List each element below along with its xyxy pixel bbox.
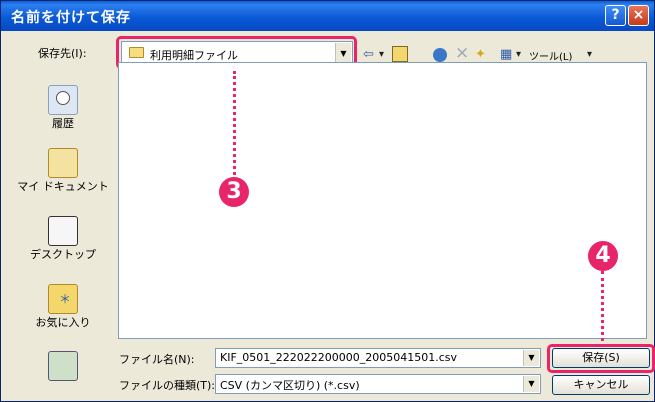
place-my-network[interactable] xyxy=(17,351,109,381)
filename-dropdown-arrow[interactable]: ▼ xyxy=(523,350,539,366)
callout-3-dotted-line xyxy=(233,71,236,181)
view-dropdown-icon[interactable]: ▾ xyxy=(516,49,521,60)
back-icon[interactable]: ⇦ xyxy=(363,47,374,62)
delete-icon[interactable]: × xyxy=(455,43,469,63)
place-history[interactable]: 履歴 xyxy=(17,85,109,131)
desktop-icon xyxy=(48,216,78,246)
search-web-icon[interactable] xyxy=(433,48,447,62)
callout-3-badge: 3 xyxy=(219,177,249,207)
cancel-button[interactable]: キャンセル xyxy=(552,375,650,395)
place-label: マイ ドキュメント xyxy=(17,180,109,193)
tools-dropdown-icon[interactable]: ▾ xyxy=(587,49,592,60)
place-label: 履歴 xyxy=(52,117,74,130)
save-in-label: 保存先(I): xyxy=(38,47,87,60)
place-label: デスクトップ xyxy=(30,248,96,261)
filetype-label: ファイルの種類(T): xyxy=(119,379,216,392)
favorites-icon: ＊ xyxy=(48,284,78,314)
place-desktop[interactable]: デスクトップ xyxy=(17,216,109,262)
places-bar: 履歴 マイ ドキュメント デスクトップ ＊ お気に入り xyxy=(17,65,109,393)
my-documents-icon xyxy=(48,148,78,178)
up-folder-icon[interactable] xyxy=(392,46,408,62)
filename-value: KIF_0501_222022200000_2005041501.csv xyxy=(220,351,458,364)
help-button[interactable]: ? xyxy=(605,5,626,26)
new-folder-icon[interactable]: ✦ xyxy=(475,47,486,62)
view-menu-icon[interactable]: ▦ xyxy=(500,47,512,62)
history-icon xyxy=(48,85,78,115)
callout-4-badge: 4 xyxy=(588,241,618,271)
window-title: 名前を付けて保存 xyxy=(11,10,131,26)
filetype-select[interactable]: CSV (カンマ区切り) (*.csv) ▼ xyxy=(215,374,541,394)
title-bar: 名前を付けて保存 ? × xyxy=(1,1,654,31)
tools-menu[interactable]: ツール(L) xyxy=(529,48,572,63)
file-list[interactable] xyxy=(118,62,647,339)
save-as-dialog: 名前を付けて保存 ? × 保存先(I): 利用明細ファイル ▼ ⇦ ▾ × ✦ … xyxy=(0,0,655,402)
place-label: お気に入り xyxy=(35,316,91,329)
close-button[interactable]: × xyxy=(628,5,649,26)
back-dropdown-icon[interactable]: ▾ xyxy=(379,49,384,60)
filename-input[interactable]: KIF_0501_222022200000_2005041501.csv ▼ xyxy=(215,348,541,368)
place-favorites[interactable]: ＊ お気に入り xyxy=(17,284,109,330)
save-button-highlight xyxy=(547,344,655,373)
callout-4-dotted-line xyxy=(601,271,604,347)
filetype-dropdown-arrow[interactable]: ▼ xyxy=(523,376,539,392)
filename-label: ファイル名(N): xyxy=(119,353,195,366)
my-network-icon xyxy=(48,351,78,381)
place-my-documents[interactable]: マイ ドキュメント xyxy=(17,148,109,194)
filetype-value: CSV (カンマ区切り) (*.csv) xyxy=(220,379,360,392)
